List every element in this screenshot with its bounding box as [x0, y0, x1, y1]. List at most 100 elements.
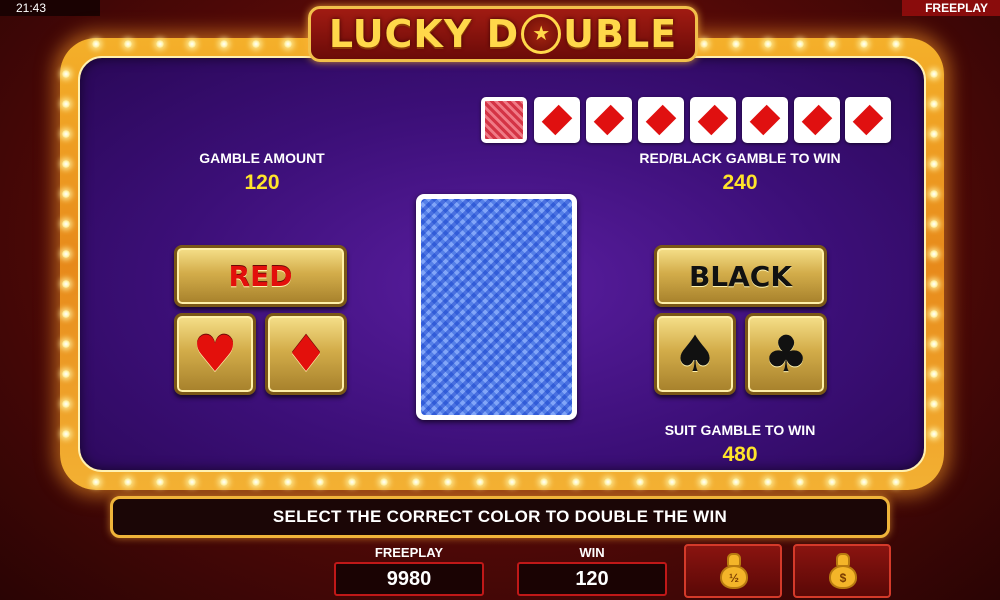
marquee-bulb — [62, 310, 70, 318]
history-card-diamond — [534, 97, 580, 143]
red-button[interactable]: RED — [174, 245, 347, 307]
bag-half-symbol: ½ — [720, 565, 748, 589]
marquee-bulb — [668, 478, 676, 486]
marquee-bulb — [284, 40, 292, 48]
diamond-icon — [852, 104, 884, 136]
marquee-bulb — [508, 478, 516, 486]
marquee-bulb — [62, 430, 70, 438]
marquee-bulb — [92, 40, 100, 48]
marquee-bulb — [700, 478, 708, 486]
game-logo: LUCKY D ★ UBLE — [308, 6, 698, 62]
message-bar: SELECT THE CORRECT COLOR TO DOUBLE THE W… — [110, 496, 890, 538]
suit-win-label: SUIT GAMBLE TO WIN — [664, 422, 816, 438]
marquee-bulb — [220, 478, 228, 486]
bag-dollar-symbol: $ — [829, 565, 857, 589]
redblack-win-label: RED/BLACK GAMBLE TO WIN — [639, 150, 841, 166]
marquee-bulb — [930, 70, 938, 78]
marquee-bulb — [892, 40, 900, 48]
marquee-bulb — [732, 40, 740, 48]
marquee-bulb — [892, 478, 900, 486]
marquee-bulb — [930, 220, 938, 228]
marquee-bulb — [62, 250, 70, 258]
marquee-bulb — [796, 40, 804, 48]
marquee-bulb — [124, 40, 132, 48]
red-button-label: RED — [228, 259, 293, 293]
diamond-icon — [749, 104, 781, 136]
clock: 21:43 — [0, 0, 100, 16]
marquee-bulb — [930, 100, 938, 108]
history-card-diamond — [845, 97, 891, 143]
marquee-bulb — [348, 478, 356, 486]
money-bag-half-icon: ½ — [718, 553, 748, 589]
redblack-win-value: 240 — [722, 171, 758, 194]
history-card-diamond — [742, 97, 788, 143]
marquee-bulb — [284, 478, 292, 486]
marquee-bulb — [220, 40, 228, 48]
diamond-icon — [801, 104, 833, 136]
suit-win-value: 480 — [722, 443, 758, 466]
marquee-bulb — [764, 478, 772, 486]
marquee-bulb — [572, 478, 580, 486]
collect-all-button[interactable]: $ — [793, 544, 891, 598]
marquee-bulb — [930, 340, 938, 348]
marquee-bulb — [62, 130, 70, 138]
marquee-bulb — [62, 370, 70, 378]
win-amount: 120 — [517, 562, 667, 596]
marquee-bulb — [316, 478, 324, 486]
marquee-bulb — [62, 160, 70, 168]
history-card-diamond — [690, 97, 736, 143]
marquee-bulb — [62, 220, 70, 228]
marquee-bulb — [540, 478, 548, 486]
black-button[interactable]: BLACK — [654, 245, 827, 307]
heart-button[interactable]: ♥ — [174, 313, 256, 395]
gamble-amount-value: 120 — [244, 171, 280, 194]
marquee-bulb — [444, 478, 452, 486]
diamond-icon: ♦ — [283, 325, 329, 383]
diamond-icon — [593, 104, 625, 136]
diamond-icon — [541, 104, 573, 136]
marquee-bulb — [252, 40, 260, 48]
diamond-icon — [645, 104, 677, 136]
marquee-bulb — [62, 400, 70, 408]
marquee-bulb — [124, 478, 132, 486]
history-card-diamond — [794, 97, 840, 143]
marquee-bulb — [930, 400, 938, 408]
heart-icon: ♥ — [192, 325, 238, 383]
marquee-bulb — [930, 430, 938, 438]
club-icon: ♣ — [763, 325, 809, 383]
history-card-diamond — [586, 97, 632, 143]
marquee-bulb — [62, 190, 70, 198]
collect-half-button[interactable]: ½ — [684, 544, 782, 598]
spade-button[interactable]: ♠ — [654, 313, 736, 395]
marquee-bulb — [860, 478, 868, 486]
marquee-bulb — [156, 40, 164, 48]
mode-indicator: FREEPLAY — [902, 0, 1000, 16]
diamond-icon — [697, 104, 729, 136]
marquee-bulb — [860, 40, 868, 48]
marquee-bulb — [476, 478, 484, 486]
face-down-card — [416, 194, 577, 420]
diamond-button[interactable]: ♦ — [265, 313, 347, 395]
marquee-bulb — [92, 478, 100, 486]
marquee-bulb — [930, 370, 938, 378]
marquee-bulb — [604, 478, 612, 486]
history-card-diamond — [638, 97, 684, 143]
marquee-bulb — [930, 310, 938, 318]
marquee-bulb — [380, 478, 388, 486]
message-text: SELECT THE CORRECT COLOR TO DOUBLE THE W… — [272, 507, 728, 526]
marquee-bulb — [764, 40, 772, 48]
marquee-bulb — [828, 40, 836, 48]
marquee-bulb — [62, 340, 70, 348]
win-label: WIN — [579, 545, 605, 560]
marquee-bulb — [930, 130, 938, 138]
marquee-bulb — [796, 478, 804, 486]
freeplay-label: FREEPLAY — [374, 545, 444, 560]
marquee-bulb — [62, 280, 70, 288]
marquee-bulb — [252, 478, 260, 486]
marquee-bulb — [636, 478, 644, 486]
gamble-amount-label: GAMBLE AMOUNT — [199, 150, 325, 166]
club-button[interactable]: ♣ — [745, 313, 827, 395]
logo-text-2: UBLE — [563, 12, 678, 56]
marquee-bulb — [732, 478, 740, 486]
marquee-bulb — [188, 478, 196, 486]
